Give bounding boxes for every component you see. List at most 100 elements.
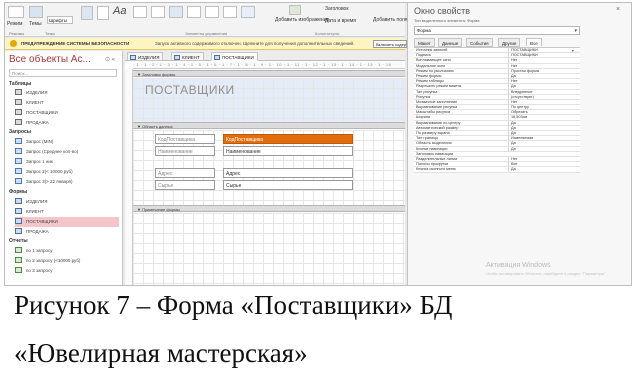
report-icon — [15, 257, 22, 263]
label-adres[interactable]: Адрес — [155, 168, 215, 178]
nav-item-table-klient[interactable]: КЛИЕНТ — [15, 98, 119, 108]
query-icon — [15, 158, 22, 164]
prop-tab-layout[interactable]: Макет — [414, 38, 435, 47]
security-warning-title: ПРЕДУПРЕЖДЕНИЕ СИСТЕМЫ БЕЗОПАСНОСТИ — [21, 41, 130, 46]
label-kod-postavshika[interactable]: КодПоставщика — [155, 134, 215, 144]
nav-item-report-3[interactable]: по 3 запросу — [15, 266, 119, 276]
add-fields-label[interactable]: Добавить поля — [373, 17, 408, 23]
query-icon — [15, 148, 22, 154]
date-time-label[interactable]: Дата и время — [325, 18, 356, 24]
property-sheet-title: Окно свойств — [414, 6, 471, 16]
property-value[interactable]: Да — [508, 167, 580, 173]
footer-band[interactable]: ▼ Примечание формы — [133, 205, 405, 212]
themes-button[interactable] — [29, 6, 43, 18]
security-warning-message: Запуск активного содержимого отключен. Щ… — [155, 41, 355, 46]
figure-caption-line2: «Ювелирная мастерская» — [14, 338, 308, 368]
nav-item-report-2[interactable]: по 2 запросу (<10000 руб) — [15, 256, 119, 266]
label-naimenovanie[interactable]: Наименование — [155, 146, 215, 156]
nav-item-form-izdeliya[interactable]: ИЗДЕЛИЯ — [15, 197, 119, 207]
close-icon[interactable]: × — [616, 6, 620, 13]
nav-section-queries[interactable]: Запросы — [9, 129, 31, 135]
property-sheet: Окно свойств × Тип выделенного элемента:… — [407, 3, 631, 285]
prop-tab-all[interactable]: Все — [526, 38, 542, 47]
query-icon — [15, 138, 22, 144]
field-kod-postavshika[interactable]: КодПоставщика — [223, 134, 353, 144]
form-icon — [15, 198, 22, 204]
fonts-label: Шрифты — [49, 18, 68, 23]
nav-item-query-avg[interactable]: Запрос (Среднее кол-во) — [15, 147, 119, 157]
tab-control-tool-icon[interactable] — [151, 6, 165, 18]
vertical-ruler — [125, 69, 133, 285]
nav-item-query-3[interactable]: Запрос 3(> 22 января) — [15, 177, 119, 187]
horizontal-ruler: · 1 · 1 · 2 · 1 · 3 · 1 · 4 · 1 · 5 · 1 … — [133, 62, 405, 69]
header-band[interactable]: ▼ Заголовок формы — [133, 70, 405, 77]
nav-item-label: Запрос 2(< 10000 руб) — [26, 169, 73, 174]
table-icon — [15, 99, 22, 105]
nav-item-form-klient[interactable]: КЛИЕНТ — [15, 207, 119, 217]
nav-item-form-postavshiki[interactable]: ПОСТАВЩИКИ — [15, 217, 119, 227]
tab-izdeliya[interactable]: ИЗДЕЛИЯ — [127, 52, 164, 61]
tab-postavshiki[interactable]: ПОСТАВЩИКИ — [211, 52, 258, 61]
nav-item-query-2[interactable]: Запрос 2(< 10000 руб) — [15, 167, 119, 177]
field-adres[interactable]: Адрес — [223, 168, 353, 178]
form-icon — [15, 228, 22, 234]
nav-item-label: Запрос (MIN) — [26, 139, 54, 144]
button-tool-icon[interactable] — [133, 6, 147, 18]
tab-klient[interactable]: КЛИЕНТ — [171, 52, 204, 61]
nav-item-query-min[interactable]: Запрос (MIN) — [15, 137, 119, 147]
nav-item-table-prodazha[interactable]: ПРОДАЖА — [15, 118, 119, 128]
field-naimenovanie[interactable]: Наименование — [223, 146, 353, 156]
form-header-section[interactable]: ПОСТАВЩИКИ — [133, 78, 405, 122]
option-group-tool-icon[interactable] — [223, 6, 237, 18]
nav-section-tables[interactable]: Таблицы — [9, 81, 31, 87]
web-browser-tool-icon[interactable] — [187, 6, 201, 18]
prop-tab-data[interactable]: Данные — [438, 38, 463, 47]
nav-item-label: по 1 запросу — [26, 248, 53, 253]
prop-tab-other[interactable]: Другие — [498, 38, 521, 47]
textbox-tool-icon[interactable] — [97, 6, 109, 20]
select-tool-icon[interactable] — [81, 6, 93, 20]
security-warning-bar: ПРЕДУПРЕЖДЕНИЕ СИСТЕМЫ БЕЗОПАСНОСТИ Запу… — [5, 38, 407, 50]
nav-item-label: ИЗДЕЛИЯ — [26, 90, 48, 95]
nav-item-report-1[interactable]: по 1 запросу — [15, 246, 119, 256]
view-mode-button[interactable] — [8, 6, 24, 18]
form-icon — [15, 218, 22, 224]
detail-section[interactable]: КодПоставщика КодПоставщика Наименование… — [133, 130, 405, 205]
label-tool-icon[interactable]: Aa — [113, 5, 126, 17]
detail-band[interactable]: ▼ Область данных — [133, 122, 405, 129]
property-name: Кнопка оконного меню — [416, 167, 456, 172]
nav-section-reports[interactable]: Отчеты — [9, 238, 28, 244]
report-icon — [15, 267, 22, 273]
nav-item-query-1[interactable]: Запрос 1 ник — [15, 157, 119, 167]
label-syrie[interactable]: Сырье — [155, 180, 215, 190]
navigation-tool-icon[interactable] — [205, 6, 219, 18]
navigation-pane: Все объекты Ac... ⊙ « Поиск... Таблицы И… — [5, 51, 123, 285]
prop-tab-events[interactable]: События — [466, 38, 493, 47]
enable-content-button[interactable]: Включить содержимое — [373, 40, 407, 48]
nav-item-label: ПРОДАЖА — [26, 120, 49, 125]
fonts-button[interactable]: Шрифты — [47, 16, 73, 24]
object-selector[interactable]: Форма ▾ — [414, 26, 580, 35]
title-label[interactable]: Заголовок — [325, 6, 349, 12]
form-footer-section[interactable] — [133, 213, 405, 285]
nav-title[interactable]: Все объекты Ac... — [9, 54, 91, 65]
nav-item-form-prodazha[interactable]: ПРОДАЖА — [15, 227, 119, 237]
access-screenshot: Режим Темы Шрифты Aa Добавить изображени… — [4, 2, 632, 286]
field-syrie[interactable]: Сырье — [223, 180, 353, 190]
chart-tool-icon[interactable] — [241, 6, 255, 18]
hyperlink-tool-icon[interactable] — [169, 6, 183, 18]
tab-label: ИЗДЕЛИЯ — [138, 55, 160, 60]
nav-item-label: Запрос 3(> 22 января) — [26, 179, 73, 184]
insert-image-icon[interactable] — [289, 5, 301, 15]
nav-item-table-izdeliya[interactable]: ИЗДЕЛИЯ — [15, 88, 119, 98]
nav-search-placeholder: Поиск... — [12, 71, 29, 76]
nav-section-forms[interactable]: Формы — [9, 189, 27, 195]
group-views: Режимы — [9, 31, 25, 36]
nav-item-label: по 2 запросу (<10000 руб) — [26, 258, 81, 263]
nav-search-input[interactable]: Поиск... — [9, 69, 117, 77]
form-title[interactable]: ПОСТАВЩИКИ — [145, 83, 235, 97]
chevron-down-icon[interactable]: ⊙ « — [105, 56, 115, 63]
nav-item-table-postavshiki[interactable]: ПОСТАВЩИКИ — [15, 108, 119, 118]
property-row[interactable]: Кнопка оконного меню Да — [414, 167, 580, 173]
nav-item-label: ПОСТАВЩИКИ — [26, 110, 58, 115]
